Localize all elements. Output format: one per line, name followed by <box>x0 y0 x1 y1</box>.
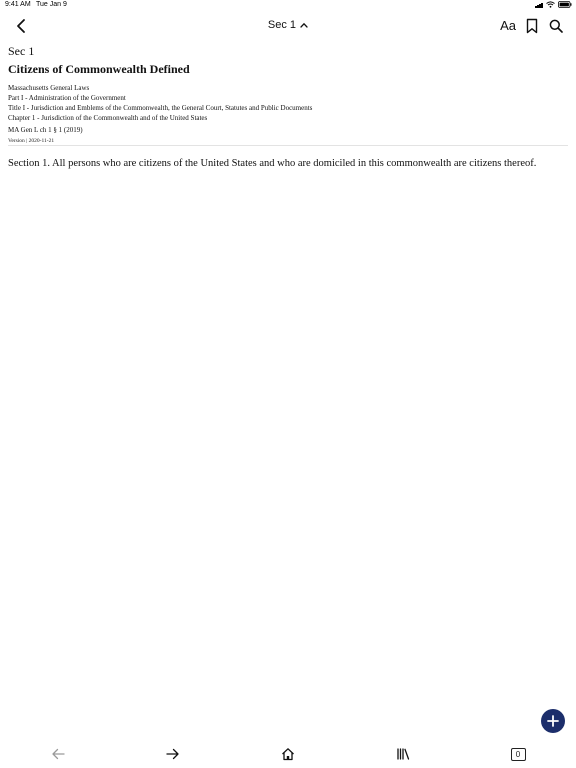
version-label: Version | 2020-11-21 <box>8 138 55 144</box>
forward-nav-button[interactable] <box>163 744 183 764</box>
search-button[interactable] <box>548 16 564 36</box>
breadcrumb-source: Massachusetts General Laws <box>8 84 90 92</box>
citation: MA Gen L ch 1 § 1 (2019) <box>8 126 83 134</box>
battery-icon <box>558 1 572 8</box>
nav-bar: Sec 1 Aa <box>0 12 576 40</box>
home-button[interactable] <box>278 744 298 764</box>
tabs-button[interactable]: 0 <box>508 744 528 764</box>
nav-title: Sec 1 <box>267 19 297 31</box>
back-nav-button[interactable] <box>48 744 68 764</box>
status-bar: 9:41 AM Tue Jan 9 <box>0 0 576 12</box>
section-label: Sec 1 <box>8 44 35 58</box>
search-icon <box>549 19 563 33</box>
breadcrumb-title: Title I - Jurisdiction and Emblems of th… <box>8 104 313 112</box>
cellular-signal-icon <box>535 1 543 8</box>
font-size-button[interactable]: Aa <box>500 16 516 36</box>
tabs-icon: 0 <box>510 747 526 761</box>
status-time: 9:41 AM <box>5 1 31 8</box>
document-header: Sec 1 Citizens of Commonwealth Defined M… <box>8 44 568 144</box>
section-body: Section 1. All persons who are citizens … <box>8 158 537 169</box>
status-date: Tue Jan 9 <box>36 1 67 8</box>
wifi-icon <box>546 1 555 8</box>
arrow-left-icon <box>52 748 65 760</box>
library-icon <box>397 748 410 760</box>
nav-actions: Aa <box>500 16 564 36</box>
document-title: Citizens of Commonwealth Defined <box>8 62 190 76</box>
library-button[interactable] <box>393 744 413 764</box>
bookmark-icon <box>526 18 538 34</box>
section-selector[interactable]: Sec 1 <box>0 19 576 31</box>
arrow-right-icon <box>166 748 179 760</box>
bookmark-button[interactable] <box>524 16 540 36</box>
bottom-toolbar: 0 <box>0 740 576 768</box>
chevron-up-icon <box>300 22 308 28</box>
breadcrumb: Massachusetts General Laws Part I - Admi… <box>8 83 568 123</box>
breadcrumb-chapter: Chapter 1 - Jurisdiction of the Commonwe… <box>8 114 208 122</box>
add-button[interactable] <box>541 709 565 733</box>
breadcrumb-part: Part I - Administration of the Governmen… <box>8 94 126 102</box>
plus-icon <box>547 715 559 727</box>
header-divider <box>8 145 568 146</box>
status-icons <box>535 1 572 8</box>
home-icon <box>282 748 294 761</box>
